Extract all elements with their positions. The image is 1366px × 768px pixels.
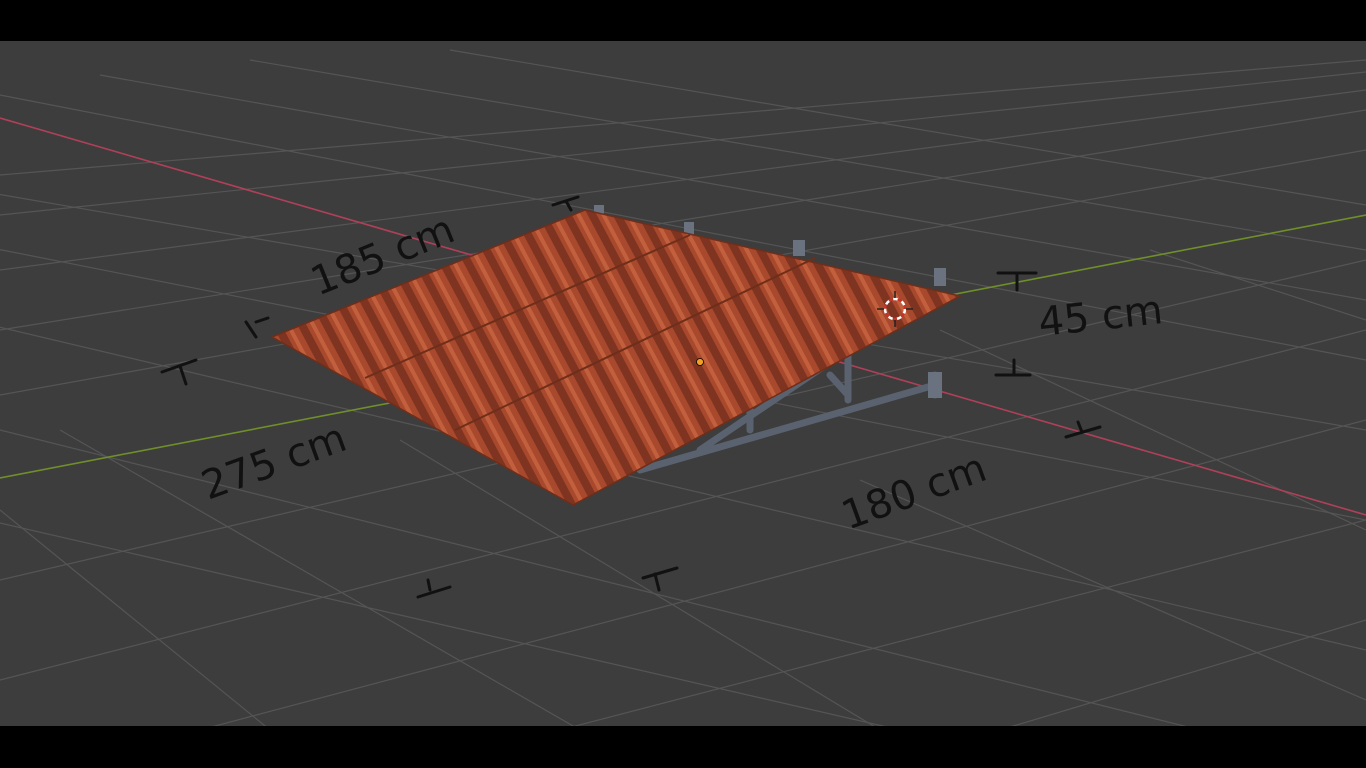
viewport-scene: 185 cm 45 cm 275 cm 180 cm: [0, 49, 1366, 726]
letterbox-top: [0, 0, 1366, 41]
letterbox-bottom: [0, 726, 1366, 768]
dimension-label-45: 45 cm: [1036, 287, 1165, 346]
wall-bracket: [793, 240, 805, 256]
wall-bracket: [928, 372, 942, 398]
3d-viewport[interactable]: 185 cm 45 cm 275 cm 180 cm: [0, 41, 1366, 726]
object-origin-point[interactable]: [696, 358, 704, 366]
wall-bracket: [934, 268, 946, 286]
dimension-label-275: 275 cm: [196, 415, 353, 510]
